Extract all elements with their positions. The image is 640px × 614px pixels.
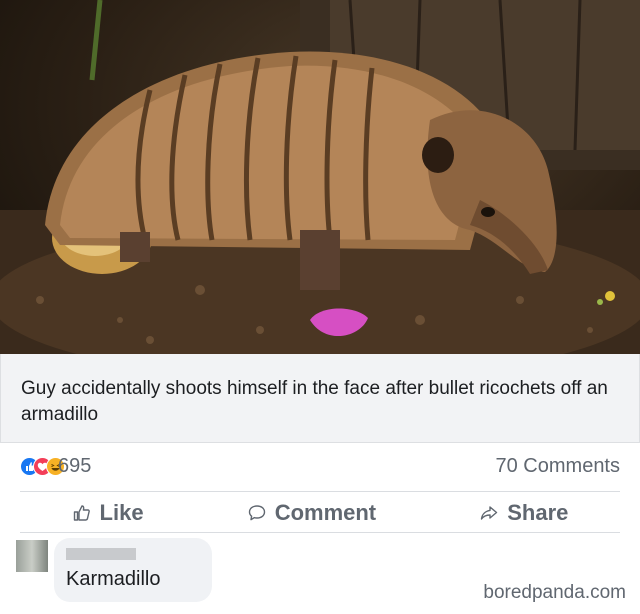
link-preview-caption[interactable]: Guy accidentally shoots himself in the f… (0, 354, 640, 443)
divider (20, 491, 620, 492)
post-photo[interactable] (0, 0, 640, 354)
facebook-post: Guy accidentally shoots himself in the f… (0, 0, 640, 614)
reactions-summary: 695 70 Comments (0, 445, 640, 489)
comment-bubble: Karmadillo (54, 538, 212, 602)
action-bar: Like Comment Share (20, 494, 620, 532)
post-headline[interactable]: Guy accidentally shoots himself in the f… (21, 376, 621, 428)
speech-bubble-icon (248, 505, 265, 521)
share-button[interactable]: Share (479, 500, 568, 526)
armadillo-illustration (0, 0, 640, 354)
like-button[interactable]: Like (72, 500, 144, 526)
share-label: Share (507, 500, 569, 525)
like-label: Like (99, 500, 144, 525)
comment-count[interactable]: 70 Comments (496, 455, 621, 478)
watermark: boredpanda.com (483, 582, 626, 603)
thumbs-up-icon (73, 505, 90, 521)
divider (20, 532, 620, 533)
reaction-count[interactable]: 695 (58, 455, 91, 478)
comment-text: Karmadillo (66, 568, 161, 590)
commenter-avatar[interactable] (16, 540, 48, 572)
share-arrow-icon (481, 506, 498, 520)
commenter-name-redacted[interactable] (66, 548, 136, 560)
comment-label: Comment (274, 500, 377, 525)
comment-button[interactable]: Comment (247, 500, 376, 526)
